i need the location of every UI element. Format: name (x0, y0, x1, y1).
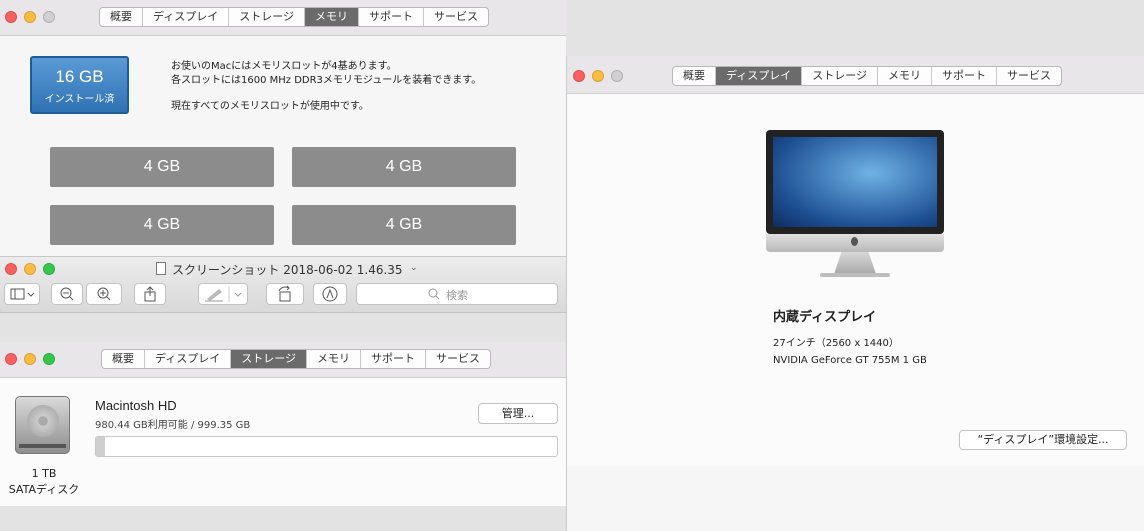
memory-info-line2: 各スロットには1600 MHz DDR3メモリモジュールを装着できます。 (171, 75, 482, 86)
zoom-in-icon (97, 287, 111, 301)
imac-icon (766, 130, 944, 280)
storage-titlebar: 概要 ディスプレイ ストレージ メモリ サポート サービス (0, 342, 566, 378)
tab-overview[interactable]: 概要 (100, 8, 142, 26)
manage-button[interactable]: 管理... (478, 403, 558, 424)
installed-memory-badge: 16 GB インストール済 (30, 56, 129, 114)
window-controls (5, 11, 55, 23)
hard-disk-icon (15, 396, 70, 456)
memory-window: 概要 ディスプレイ ストレージ メモリ サポート サービス 16 GB インスト… (0, 0, 566, 260)
window-controls (573, 70, 623, 82)
close-button[interactable] (5, 11, 17, 23)
sidebar-icon (10, 288, 35, 300)
preview-toolbar: スクリーンショット 2018-06-02 1.46.35 ⌄ 検索 (0, 257, 566, 313)
tab-storage[interactable]: ストレージ (801, 67, 877, 85)
display-preferences-button[interactable]: “ディスプレイ”環境設定... (959, 430, 1127, 450)
tab-overview[interactable]: 概要 (673, 67, 715, 85)
display-name: 内蔵ディスプレイ (773, 310, 877, 325)
zoom-button[interactable] (611, 70, 623, 82)
display-window: 概要 ディスプレイ ストレージ メモリ サポート サービス 内蔵ディスプレイ 2… (566, 56, 1144, 531)
memory-tab-bar: 概要 ディスプレイ ストレージ メモリ サポート サービス (99, 7, 490, 27)
minimize-button[interactable] (24, 353, 36, 365)
memory-slot-3: 4 GB (50, 205, 274, 245)
tab-memory[interactable]: メモリ (304, 8, 359, 26)
memory-slot-2: 4 GB (292, 147, 516, 187)
tab-support[interactable]: サポート (358, 8, 423, 26)
zoom-button[interactable] (43, 353, 55, 365)
tab-display[interactable]: ディスプレイ (715, 67, 802, 85)
minimize-button[interactable] (24, 11, 36, 23)
tab-service[interactable]: サービス (425, 350, 490, 368)
tab-storage[interactable]: ストレージ (228, 8, 304, 26)
tab-overview[interactable]: 概要 (102, 350, 144, 368)
search-icon (428, 288, 440, 300)
tab-memory[interactable]: メモリ (306, 350, 360, 368)
tab-service[interactable]: サービス (423, 8, 488, 26)
preview-window: スクリーンショット 2018-06-02 1.46.35 ⌄ 検索 (0, 256, 566, 346)
display-gpu: NVIDIA GeForce GT 755M 1 GB (773, 355, 927, 366)
display-content: 内蔵ディスプレイ 27インチ（2560 x 1440） NVIDIA GeFor… (567, 94, 1144, 466)
sidebar-toggle-button[interactable] (4, 283, 40, 305)
memory-slot-1: 4 GB (50, 147, 274, 187)
markup-icon (322, 286, 338, 302)
zoom-button[interactable] (43, 263, 55, 275)
display-resolution: 27インチ（2560 x 1440） (773, 338, 899, 349)
installed-label: インストール済 (44, 94, 115, 105)
pen-icon (205, 286, 242, 302)
storage-window: 概要 ディスプレイ ストレージ メモリ サポート サービス 1 TB SATAデ… (0, 342, 566, 531)
apple-logo-icon (851, 237, 858, 246)
memory-info-line3: 現在すべてのメモリスロットが使用中です。 (171, 101, 369, 112)
zoom-out-icon (60, 287, 74, 301)
tab-display[interactable]: ディスプレイ (144, 350, 230, 368)
memory-titlebar: 概要 ディスプレイ ストレージ メモリ サポート サービス (0, 0, 566, 36)
search-placeholder: 検索 (446, 289, 468, 302)
document-icon (156, 262, 166, 275)
memory-content: 16 GB インストール済 お使いのMacにはメモリスロットが4基あります。 各… (0, 36, 566, 260)
disk-size: 1 TB (31, 467, 57, 480)
disk-type: SATAディスク (8, 483, 80, 496)
close-button[interactable] (573, 70, 585, 82)
tab-memory[interactable]: メモリ (877, 67, 931, 85)
annotate-button[interactable] (313, 283, 347, 305)
minimize-button[interactable] (24, 263, 36, 275)
memory-info-line1: お使いのMacにはメモリスロットが4基あります。 (171, 61, 397, 72)
tab-support[interactable]: サポート (931, 67, 996, 85)
zoom-out-button[interactable] (51, 283, 83, 305)
share-icon (144, 286, 156, 302)
storage-usage-fill (96, 437, 105, 456)
tab-storage[interactable]: ストレージ (230, 350, 307, 368)
close-button[interactable] (5, 353, 17, 365)
zoom-in-button[interactable] (86, 283, 122, 305)
disk-usage: 980.44 GB利用可能 / 999.35 GB (95, 420, 251, 431)
close-button[interactable] (5, 263, 17, 275)
storage-content: 1 TB SATAディスク Macintosh HD 980.44 GB利用可能… (0, 378, 566, 506)
installed-size: 16 GB (55, 67, 104, 86)
storage-tab-bar: 概要 ディスプレイ ストレージ メモリ サポート サービス (101, 349, 492, 369)
display-tab-bar: 概要 ディスプレイ ストレージ メモリ サポート サービス (672, 66, 1063, 86)
memory-slot-4: 4 GB (292, 205, 516, 245)
share-button[interactable] (134, 283, 166, 305)
disk-name: Macintosh HD (95, 398, 177, 413)
tab-support[interactable]: サポート (360, 350, 425, 368)
title-chevron-down-icon[interactable]: ⌄ (410, 263, 418, 273)
preview-title[interactable]: スクリーンショット 2018-06-02 1.46.35 (172, 261, 403, 278)
display-titlebar: 概要 ディスプレイ ストレージ メモリ サポート サービス (567, 56, 1144, 94)
tab-display[interactable]: ディスプレイ (142, 8, 228, 26)
window-controls (5, 263, 55, 275)
markup-button[interactable] (198, 283, 248, 305)
search-input[interactable]: 検索 (356, 283, 558, 305)
storage-usage-bar (95, 436, 558, 457)
zoom-button[interactable] (43, 11, 55, 23)
tab-service[interactable]: サービス (996, 67, 1061, 85)
rotate-icon (278, 285, 291, 302)
rotate-button[interactable] (266, 283, 304, 305)
window-controls (5, 353, 55, 365)
minimize-button[interactable] (592, 70, 604, 82)
